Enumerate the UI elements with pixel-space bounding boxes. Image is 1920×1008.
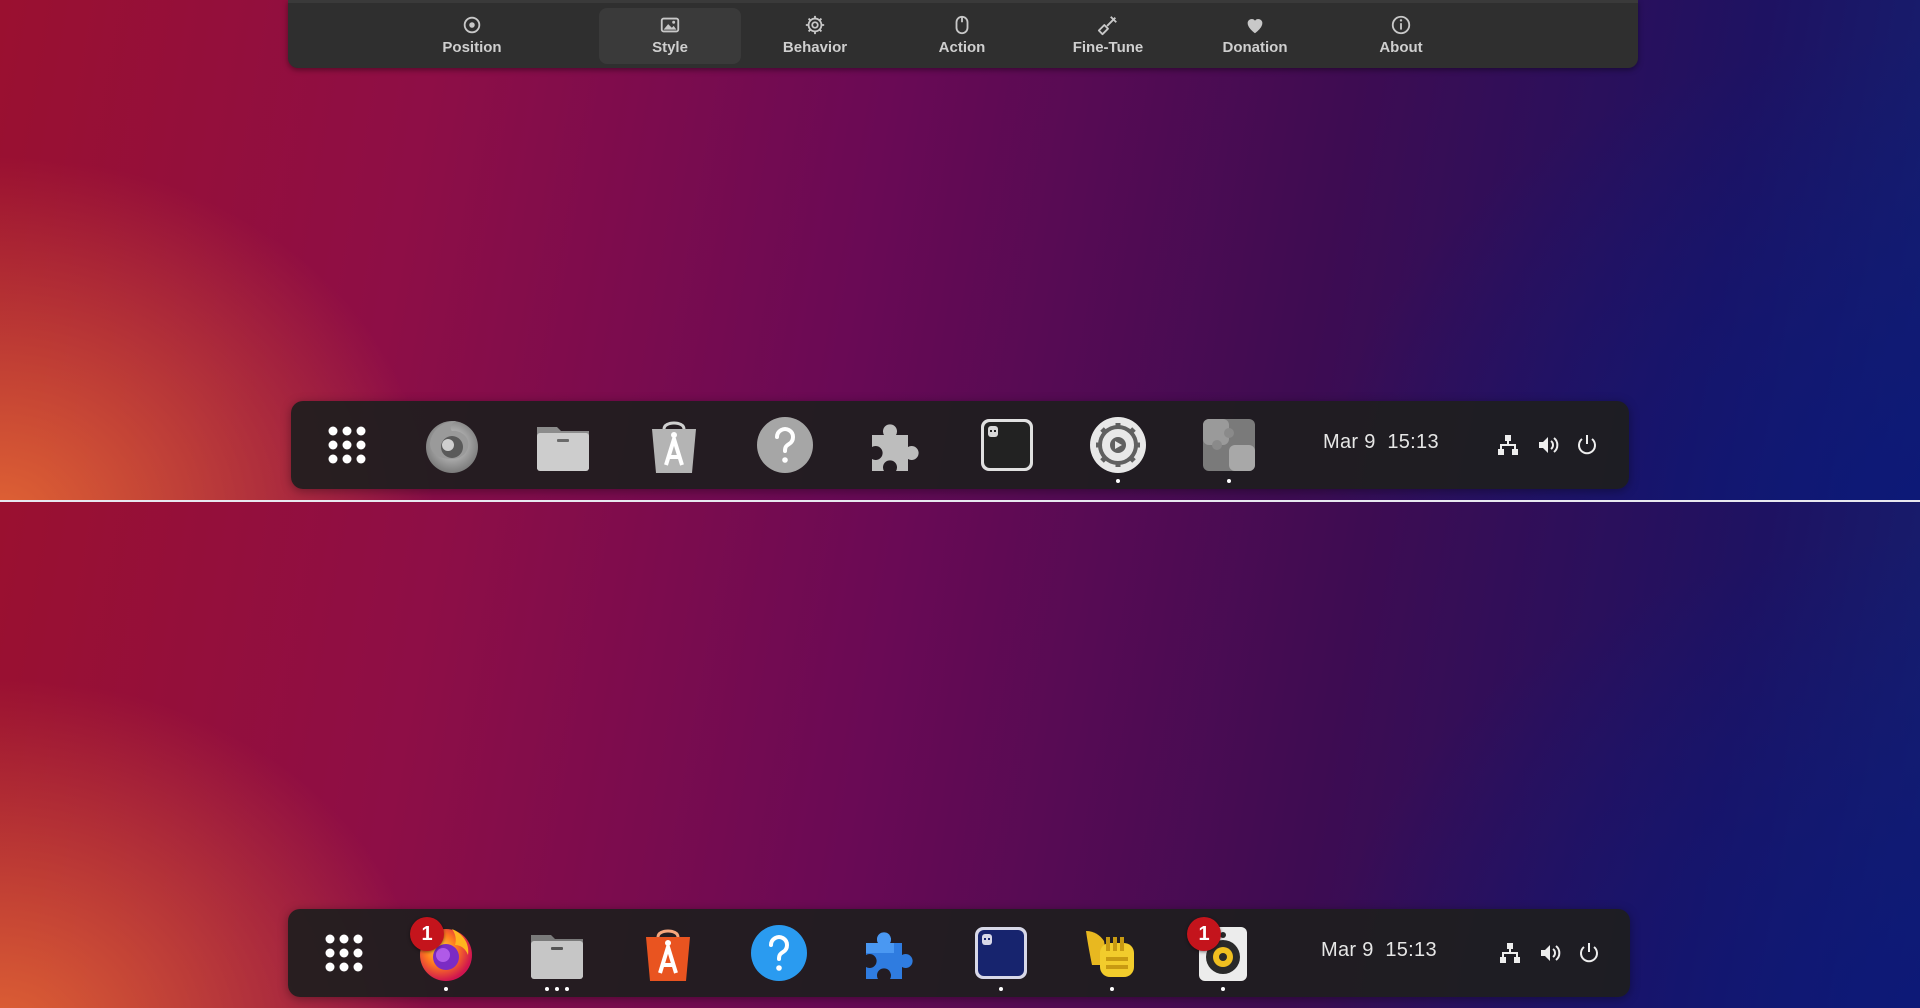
volume-icon [1541, 945, 1561, 961]
heart-icon [1247, 19, 1263, 34]
fine-tune-icon [1097, 16, 1117, 36]
dock-app-firefox[interactable] [420, 413, 484, 477]
show-apps-icon [328, 426, 366, 464]
tab-donation[interactable]: Donation [1185, 8, 1325, 64]
dock-app-rhythmbox[interactable]: 1 [1187, 917, 1255, 991]
settings-tab-bar: Position Style Behavior Action Fine-Tune… [288, 0, 1638, 68]
wallpaper-top: Position Style Behavior Action Fine-Tune… [0, 0, 1920, 500]
dock-app-terminal[interactable] [969, 921, 1033, 991]
tab-label: About [1379, 39, 1423, 56]
tab-label: Donation [1222, 39, 1288, 56]
tab-fine-tune[interactable]: Fine-Tune [1038, 8, 1178, 64]
wallpaper-bottom: 1 1 Mar 9 15:13 [0, 502, 1920, 1008]
behavior-icon [805, 15, 825, 35]
dock-app-app-center[interactable] [642, 413, 706, 477]
clock[interactable]: Mar 9 15:13 [1323, 431, 1439, 454]
dock-app-tuba[interactable] [1080, 921, 1144, 991]
tab-behavior[interactable]: Behavior [745, 8, 885, 64]
extension-manager-icon [1203, 419, 1255, 471]
app-center-icon [652, 421, 696, 473]
volume-icon [1539, 437, 1559, 453]
help-icon [751, 925, 807, 981]
notification-badge: 1 [1187, 917, 1221, 951]
tuba-icon [1086, 931, 1134, 977]
tab-label: Action [938, 39, 986, 56]
tab-label: Style [652, 39, 688, 56]
tab-label: Fine-Tune [1072, 39, 1144, 56]
power-icon [1578, 435, 1596, 455]
dock-app-files[interactable] [531, 413, 595, 477]
dock-monochrome: Mar 9 15:13 [291, 401, 1629, 489]
show-apps-icon [325, 934, 363, 972]
network-status[interactable] [1496, 433, 1520, 457]
settings-icon [1090, 417, 1146, 473]
volume-status[interactable] [1538, 941, 1562, 965]
show-apps-button[interactable] [315, 413, 379, 477]
files-icon [537, 427, 589, 471]
app-center-icon [646, 929, 690, 981]
dock-app-extension-manager[interactable] [1197, 413, 1261, 483]
running-indicator [1227, 479, 1231, 483]
power-menu[interactable] [1575, 433, 1599, 457]
info-icon [1391, 15, 1411, 35]
running-indicator [1116, 479, 1120, 483]
files-icon [531, 935, 583, 979]
power-icon [1580, 943, 1598, 963]
tab-label: Behavior [782, 39, 848, 56]
terminal-icon [975, 927, 1027, 979]
dock-app-extensions[interactable] [864, 413, 928, 477]
dock-color: 1 1 Mar 9 15:13 [288, 909, 1630, 997]
dock-app-help[interactable] [747, 921, 811, 985]
tab-position[interactable]: Position [402, 8, 542, 64]
tab-action[interactable]: Action [892, 8, 1032, 64]
tab-bar-divider [288, 0, 1638, 3]
show-apps-button[interactable] [312, 921, 376, 985]
running-indicator [545, 987, 569, 991]
dock-app-terminal[interactable] [975, 413, 1039, 477]
dock-app-firefox[interactable]: 1 [410, 917, 478, 991]
firefox-icon [426, 421, 478, 473]
dock-app-settings[interactable] [1086, 413, 1150, 483]
position-icon [463, 16, 481, 34]
network-icon [1498, 435, 1518, 455]
power-menu[interactable] [1577, 941, 1601, 965]
running-indicator [1110, 987, 1114, 991]
running-indicator [999, 987, 1003, 991]
tab-style[interactable]: Style [599, 8, 741, 64]
notification-badge: 1 [410, 917, 444, 951]
tab-about[interactable]: About [1331, 8, 1471, 64]
running-indicator [444, 987, 448, 991]
extensions-icon [872, 424, 919, 471]
clock[interactable]: Mar 9 15:13 [1321, 939, 1437, 962]
dock-app-help[interactable] [753, 413, 817, 477]
style-icon [660, 17, 680, 33]
mouse-icon [955, 15, 969, 35]
network-icon [1500, 943, 1520, 963]
dock-app-app-center[interactable] [636, 921, 700, 985]
terminal-icon [981, 419, 1033, 471]
volume-status[interactable] [1536, 433, 1560, 457]
help-icon [757, 417, 813, 473]
dock-app-extensions[interactable] [858, 921, 922, 985]
network-status[interactable] [1498, 941, 1522, 965]
tab-label: Position [442, 39, 502, 56]
dock-app-files[interactable] [525, 921, 589, 991]
extensions-icon [866, 932, 913, 979]
running-indicator [1221, 987, 1225, 991]
